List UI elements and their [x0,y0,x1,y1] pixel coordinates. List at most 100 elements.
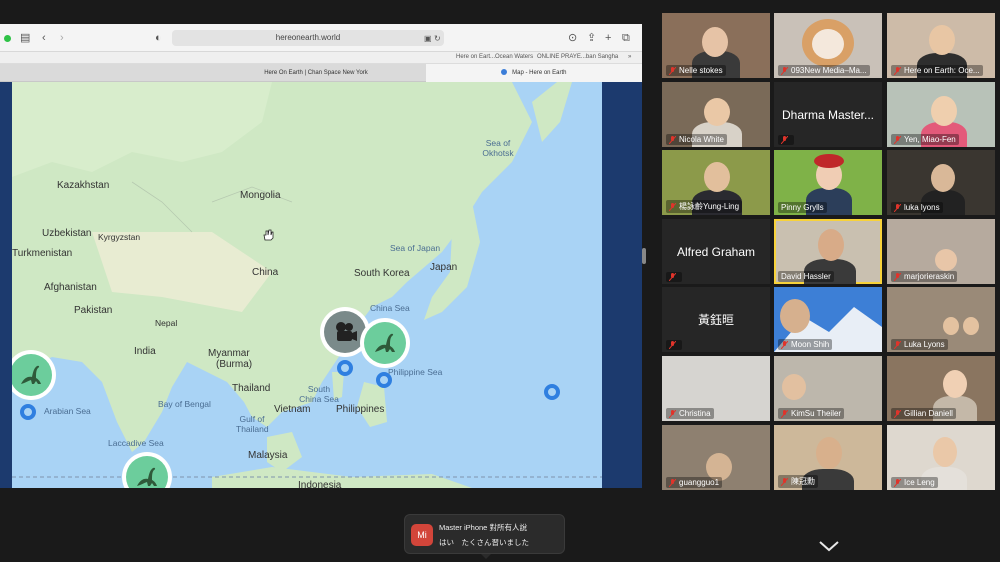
dinosaur-icon [21,365,41,384]
address-bar[interactable]: hereonearth.world [172,30,444,46]
bookmarks-overflow-icon[interactable]: » [628,54,631,60]
map-label-south-china-sea: South China Sea [299,384,339,404]
mic-muted-icon [781,477,788,486]
participant-name: 楊詠齡Yung-Ling [679,202,740,211]
zoom-window: ▤ ‹ › ◐ hereonearth.world ▣ ↻ ⊙ ⇪ + ⧉ He… [0,0,1000,562]
privacy-shield-icon[interactable]: ◐ [155,32,162,44]
mic-muted-icon [894,340,901,349]
participant-tile[interactable]: guangguo1 [662,425,770,490]
participant-tile[interactable]: Christina [662,356,770,421]
map-label-sea-of-japan: Sea of Japan [390,243,441,253]
participant-tile[interactable]: 黃鈺晅 [662,287,770,352]
participant-name: marjorieraskin [904,272,955,281]
participant-tile[interactable]: luka lyons [887,150,995,215]
mic-muted-icon [894,66,901,75]
participant-tile[interactable]: Luka Lyons [887,287,995,352]
map-label-east-china-sea: China Sea [370,303,410,313]
hand-cursor-icon [263,229,274,241]
mic-muted-icon [669,66,676,75]
translate-icon[interactable]: ▣ [424,33,432,45]
participant-tile[interactable]: Pinny Grylls [774,150,882,215]
mic-muted-icon [894,203,901,212]
participant-tile[interactable]: Gillian Daniell [887,356,995,421]
mic-muted-icon [894,409,901,418]
bookmark-item[interactable]: Here on Eart...Ocean Waters [456,54,533,60]
map-label-indonesia: Indonesia [298,480,342,488]
map-label-india: India [134,346,156,357]
participant-name: Luka Lyons [904,340,945,349]
back-icon[interactable]: ‹ [42,32,46,44]
participant-tile[interactable]: Alfred Graham [662,219,770,284]
participant-tile[interactable]: Yen, Miao-Fen [887,82,995,147]
chevron-down-icon[interactable] [818,540,840,552]
avatar: Mi [411,524,433,546]
map-label-mongolia: Mongolia [240,190,281,201]
participant-tile[interactable]: 楊詠齡Yung-Ling [662,150,770,215]
map-location-marker[interactable] [544,384,560,400]
mic-muted-icon [781,66,788,75]
participant-tile[interactable]: KimSu Theiler [774,356,882,421]
participant-tile[interactable]: 093New Media–Ma... [774,13,882,78]
participant-name: Gillian Daniell [904,409,953,418]
window-control-dot[interactable] [4,35,11,42]
map-label-japan: Japan [430,262,458,273]
participant-tile[interactable]: Ice Leng [887,425,995,490]
map-label-afghanistan: Afghanistan [44,282,97,293]
reload-icon[interactable]: ↻ [434,33,441,45]
tab-chan-space[interactable]: Here On Earth | Chan Space New York [208,64,424,82]
participant-tile[interactable]: Nicola White [662,82,770,147]
participant-name: Here on Earth: Oce... [904,66,980,75]
camera-icon [336,322,357,341]
new-tab-icon[interactable]: + [605,32,611,44]
map-label-sea-of-okhotsk: Sea of Okhotsk [482,138,514,158]
tab-overview-icon[interactable]: ⧉ [622,32,630,44]
bookmarks-bar: Here on Eart...Ocean Waters ONLINE PRAYE… [0,52,642,64]
participant-tile[interactable]: Here on Earth: Oce... [887,13,995,78]
participant-name: Moon Shih [791,340,830,349]
forward-icon[interactable]: › [60,32,64,44]
map-label-laccadive-sea: Laccadive Sea [108,438,164,448]
mic-muted-icon [781,136,788,144]
url-text: hereonearth.world [275,33,341,42]
map-label-kyrgyzstan: Kyrgyzstan [98,232,141,242]
tab-map[interactable]: Map - Here on Earth [426,64,642,82]
map-location-marker[interactable] [20,404,36,420]
participant-tile[interactable]: Dharma Master... [774,82,882,147]
download-icon[interactable]: ⊙ [568,32,577,44]
map-pin-dinosaur[interactable] [360,318,410,368]
map-label-philippines: Philippines [336,404,385,415]
participant-tile[interactable]: Moon Shih [774,287,882,352]
mic-muted-icon [894,135,901,144]
participant-name: Nicola White [679,135,724,144]
map-location-marker[interactable] [376,372,392,388]
participant-tile[interactable]: Nelle stokes [662,13,770,78]
map-label-uzbekistan: Uzbekistan [42,228,92,239]
bookmark-item[interactable]: ONLINE PRAYE...ban Sangha [537,54,618,60]
participant-tile[interactable]: marjorieraskin [887,219,995,284]
share-icon[interactable]: ⇪ [587,32,596,44]
mic-muted-icon [669,341,676,349]
participant-name: KimSu Theiler [791,409,842,418]
sidebar-icon[interactable]: ▤ [20,32,30,44]
map-label-malaysia: Malaysia [248,450,288,461]
mic-muted-icon [669,273,676,281]
participant-name: Ice Leng [904,478,935,487]
map-view[interactable]: Kazakhstan Mongolia Uzbekistan Kyrgyzsta… [12,82,602,488]
map-label-bay-of-bengal: Bay of Bengal [158,399,211,409]
map-label-china: China [252,267,279,278]
chat-notification[interactable]: Mi Master iPhone 對所有人說 はい たくさん習いました [404,514,565,559]
participant-name: 093New Media–Ma... [791,66,867,75]
map-location-marker[interactable] [337,360,353,376]
participant-name: Christina [679,409,711,418]
participant-tile[interactable]: 陳冠勳 [774,425,882,490]
map-label-philippine-sea: Philippine Sea [388,367,443,377]
participant-name: David Hassler [781,272,831,281]
participant-name: guangguo1 [679,478,720,487]
mic-muted-icon [669,478,676,487]
participant-tile-active-speaker[interactable]: David Hassler [774,219,882,284]
mic-muted-icon [781,409,788,418]
map-label-vietnam: Vietnam [274,404,311,415]
map-label-burma: (Burma) [216,359,253,370]
split-view-handle[interactable] [642,248,646,264]
participant-name: luka lyons [904,203,940,212]
